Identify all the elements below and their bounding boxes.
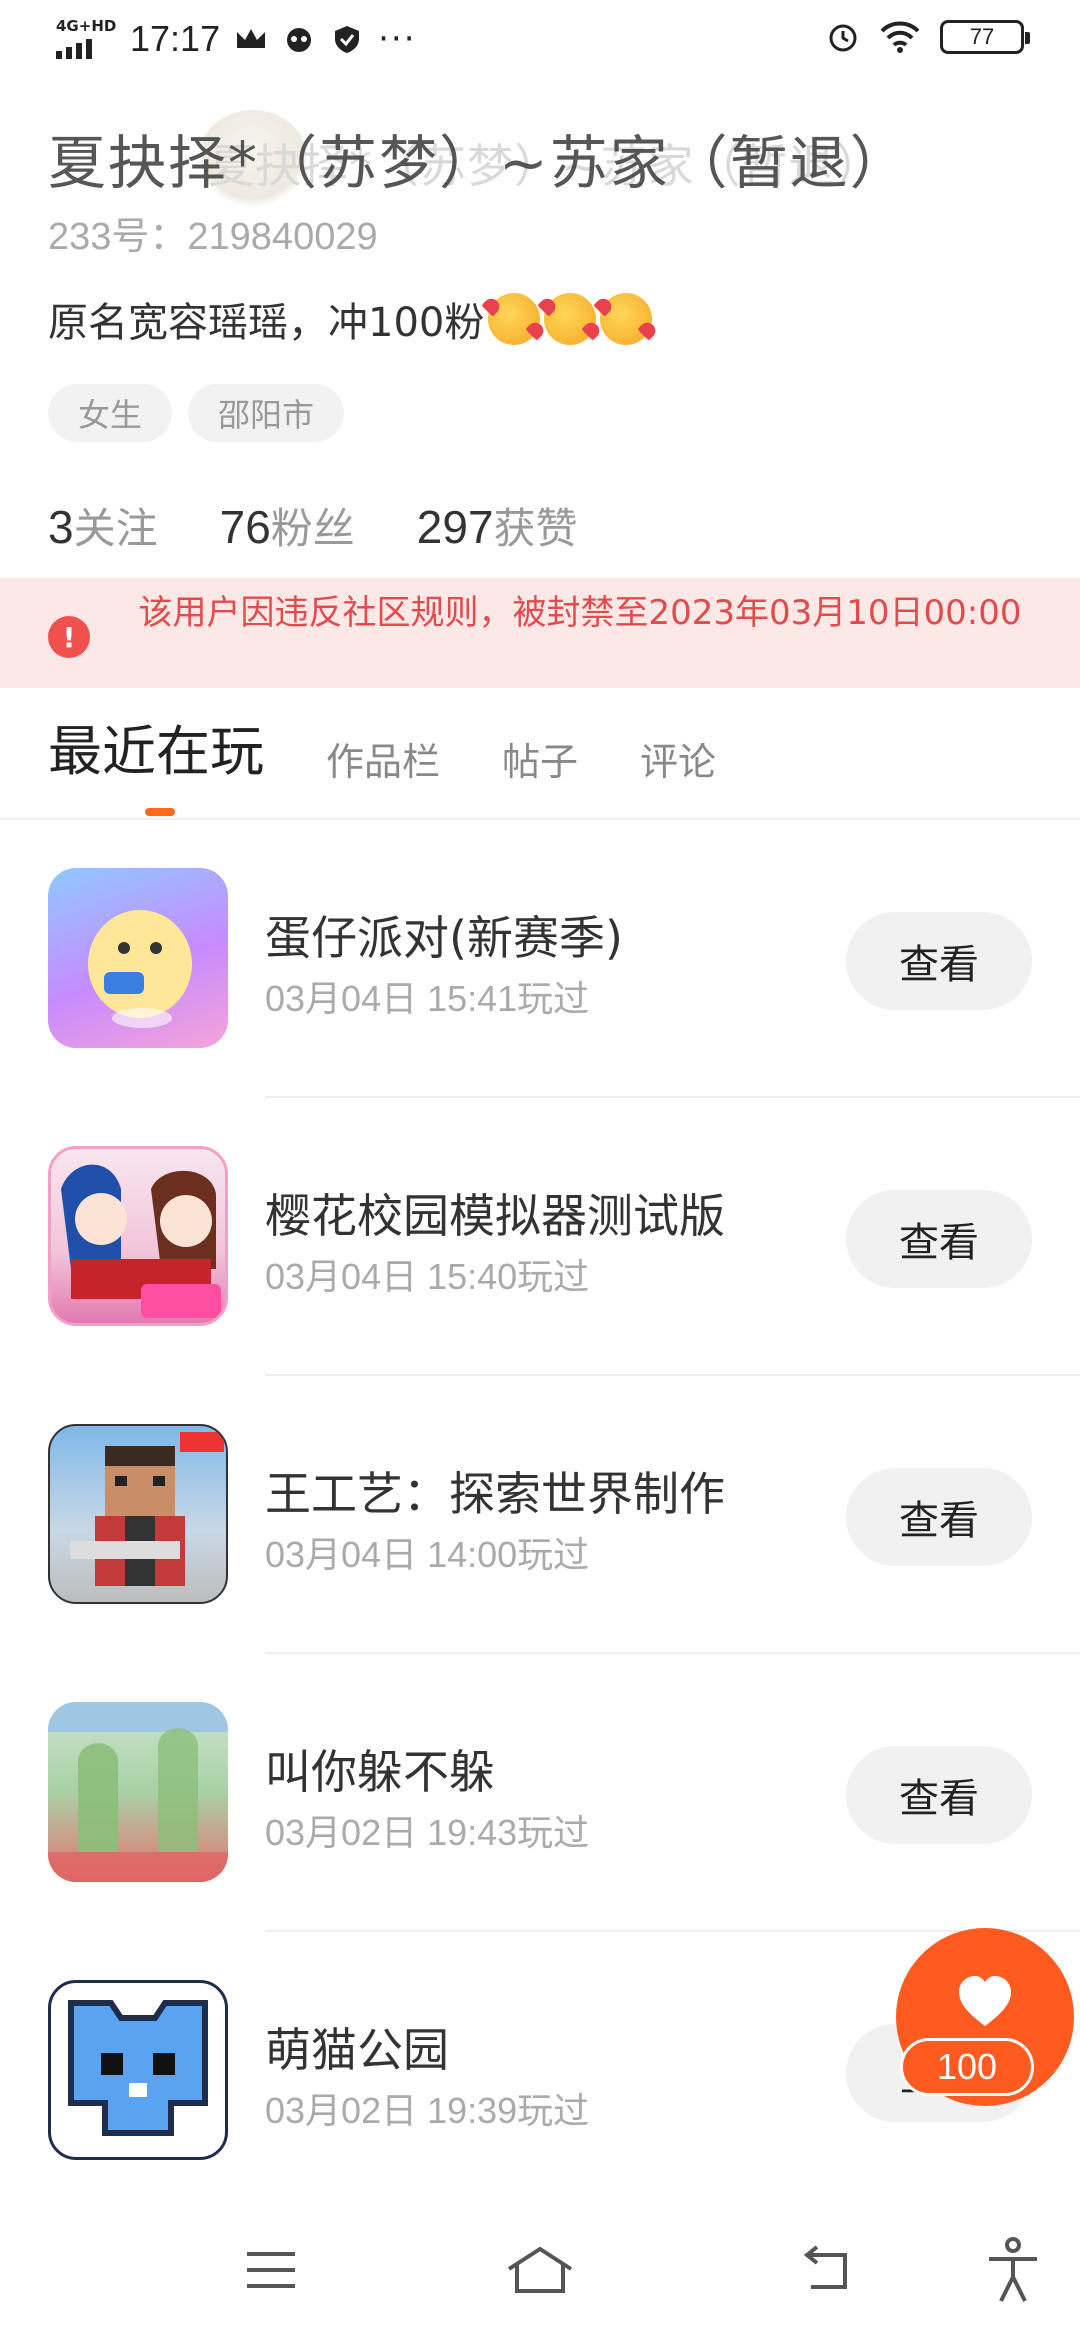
- game-title: 萌猫公园: [265, 2023, 449, 2077]
- accessibility-icon[interactable]: [978, 2235, 1048, 2305]
- game-item[interactable]: 叫你躲不躲 03月02日 19:43玩过 查看: [0, 1654, 1080, 1932]
- game-icon: [48, 1702, 228, 1882]
- ban-notice: ! 该用户因违反社区规则，被封禁至2023年03月10日00:00: [0, 578, 1080, 688]
- game-title: 蛋仔派对(新赛季): [265, 911, 623, 965]
- smiling-face-with-hearts-icon: [544, 293, 597, 345]
- smiling-face-with-hearts-icon: [600, 293, 653, 345]
- profile-stats: 3关注 76粉丝 297获赞: [48, 495, 578, 556]
- game-icon: [48, 1146, 228, 1326]
- followers-stat[interactable]: 76粉丝: [220, 495, 355, 556]
- game-title: 樱花校园模拟器测试版: [265, 1189, 725, 1243]
- warning-icon: !: [48, 616, 90, 658]
- back-icon[interactable]: [790, 2235, 860, 2305]
- alarm-icon: [829, 24, 857, 52]
- profile-tags: 女生 邵阳市: [48, 384, 345, 442]
- shield-icon: [335, 26, 360, 53]
- menu-icon[interactable]: [236, 2235, 306, 2305]
- ban-notice-text: 该用户因违反社区规则，被封禁至2023年03月10日00:00: [138, 593, 1022, 633]
- home-icon[interactable]: [505, 2235, 575, 2305]
- game-item[interactable]: 王工艺：探索世界制作 03月04日 14:00玩过 查看: [0, 1376, 1080, 1654]
- bio-text: 原名宽容瑶瑶，冲100粉: [48, 300, 485, 346]
- location-tag: 邵阳市: [188, 384, 345, 442]
- crown-icon: [237, 29, 266, 48]
- game-item[interactable]: 蛋仔派对(新赛季) 03月04日 15:41玩过 查看: [0, 820, 1080, 1098]
- game-icon: [48, 868, 228, 1048]
- wifi-icon: [880, 21, 920, 53]
- tab-comments[interactable]: 评论: [640, 731, 716, 796]
- like-count: 100: [900, 2038, 1034, 2096]
- game-played-time: 03月04日 14:00玩过: [265, 1534, 590, 1575]
- tab-works[interactable]: 作品栏: [326, 731, 440, 796]
- profile-bio: 原名宽容瑶瑶，冲100粉: [48, 290, 653, 348]
- battery-indicator: 77: [940, 20, 1030, 54]
- game-item[interactable]: 樱花校园模拟器测试版 03月04日 15:40玩过 查看: [0, 1098, 1080, 1376]
- system-nav-bar: [0, 2200, 1080, 2340]
- active-tab-indicator: [145, 808, 175, 816]
- cellular-signal-icon: 4G+HD: [56, 19, 116, 59]
- game-title: 叫你躲不躲: [265, 1745, 495, 1799]
- clock: 17:17: [130, 18, 221, 59]
- view-button[interactable]: 查看: [846, 912, 1032, 1010]
- game-played-time: 03月02日 19:39玩过: [265, 2090, 590, 2131]
- profile-tabs: 最近在玩 作品栏 帖子 评论: [48, 716, 716, 796]
- tab-posts[interactable]: 帖子: [502, 731, 578, 796]
- view-button[interactable]: 查看: [846, 1746, 1032, 1844]
- gender-tag: 女生: [48, 384, 173, 442]
- heart-icon: [959, 1976, 1011, 2026]
- tab-recently-played[interactable]: 最近在玩: [48, 707, 264, 796]
- user-id[interactable]: 233号：219840029: [48, 205, 378, 260]
- following-stat[interactable]: 3关注: [48, 495, 158, 556]
- view-button[interactable]: 查看: [846, 1190, 1032, 1288]
- cat-app-icon: [287, 28, 312, 52]
- smiling-face-with-hearts-icon: [488, 293, 541, 345]
- game-title: 王工艺：探索世界制作: [265, 1467, 725, 1521]
- game-icon: [48, 1980, 228, 2160]
- game-played-time: 03月04日 15:40玩过: [265, 1256, 590, 1297]
- profile-name: 夏抉择*（苏梦）~苏家（暂退）: [48, 129, 910, 197]
- status-bar: 4G+HD 17:17 ··· 77: [0, 0, 1080, 80]
- likes-stat[interactable]: 297获赞: [417, 495, 578, 556]
- more-notifications-icon: ···: [378, 19, 417, 59]
- like-fab[interactable]: 100: [896, 1928, 1074, 2106]
- profile-name-area: 夏抉择*（苏梦）~苏家（暂退） 夏抉择*（苏梦）~苏家（暂退）: [48, 110, 1048, 210]
- game-played-time: 03月04日 15:41玩过: [265, 978, 590, 1019]
- game-icon: [48, 1424, 228, 1604]
- view-button[interactable]: 查看: [846, 1468, 1032, 1566]
- network-type: 4G+HD: [56, 17, 117, 35]
- game-played-time: 03月02日 19:43玩过: [265, 1812, 590, 1853]
